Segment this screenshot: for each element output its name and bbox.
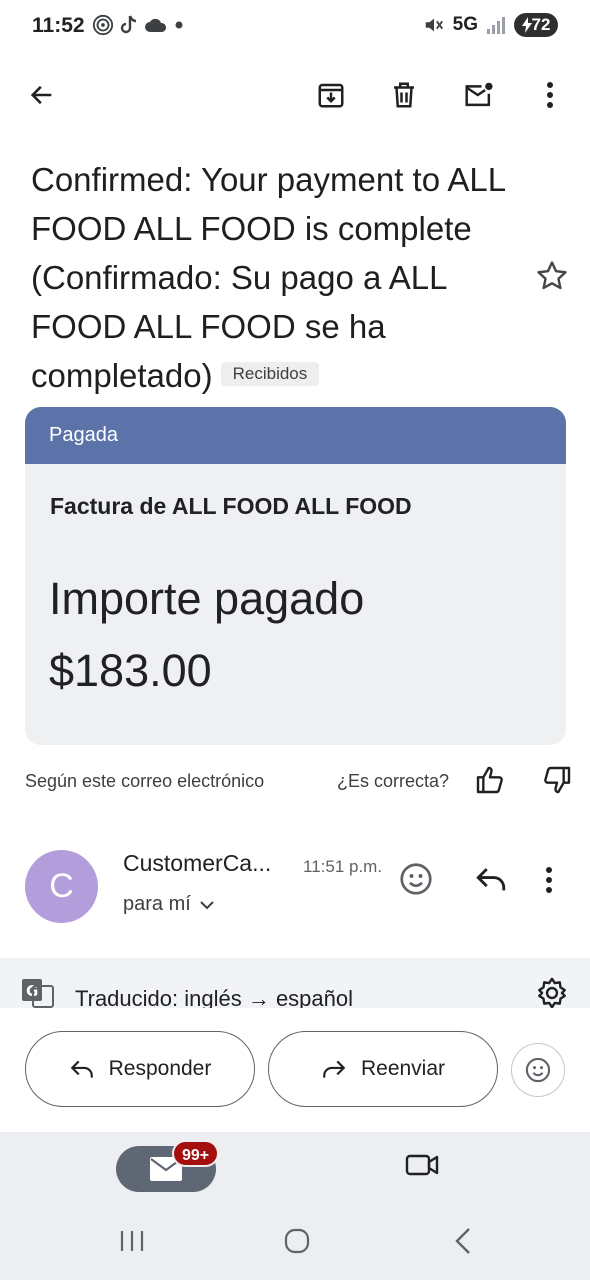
amount-value: $183.00: [49, 645, 212, 696]
reply-button[interactable]: Responder: [25, 1031, 255, 1107]
subject-text: Confirmed: Your payment to ALL FOOD ALL …: [31, 161, 505, 394]
recent-apps-icon: [120, 1231, 144, 1251]
thumbs-down-button[interactable]: [541, 764, 577, 800]
system-back-button[interactable]: [438, 1218, 488, 1264]
mute-icon: [425, 18, 443, 32]
emoji-reaction-button[interactable]: [511, 1043, 565, 1097]
status-time: 11:52: [32, 14, 85, 37]
video-camera-icon: [405, 1154, 439, 1176]
mail-unread-badge: 99+: [172, 1140, 220, 1167]
star-icon: [537, 261, 567, 290]
feedback-question: ¿Es correcta?: [337, 771, 450, 791]
delete-button[interactable]: [380, 71, 428, 119]
payment-status-header: Pagada: [25, 407, 566, 464]
emoji-icon: [400, 863, 432, 895]
thumbs-up-icon: [476, 766, 503, 794]
payment-card: Pagada Factura de ALL FOOD ALL FOOD Impo…: [25, 407, 566, 745]
battery-level: 72: [531, 15, 551, 34]
delete-icon: [394, 82, 414, 108]
home-icon: [284, 1228, 310, 1254]
react-emoji-button[interactable]: [398, 861, 438, 901]
thumbs-down-icon: [544, 766, 571, 794]
inbox-label-chip[interactable]: Recibidos: [220, 362, 320, 387]
status-bar: 11:52 5G 72: [0, 0, 590, 56]
reply-icon: [70, 1060, 93, 1078]
reply-label: Responder: [108, 1057, 212, 1080]
mark-unread-button[interactable]: [455, 71, 503, 119]
recipients-text: para mí: [123, 893, 191, 915]
notification-icons: [92, 14, 184, 36]
forward-button[interactable]: Reenviar: [268, 1031, 498, 1107]
dot-icon: [175, 21, 183, 29]
emoji-icon: [525, 1057, 551, 1083]
invoice-title: Factura de ALL FOOD ALL FOOD: [50, 493, 412, 519]
sender-avatar[interactable]: C: [25, 850, 98, 923]
archive-icon: [318, 83, 344, 108]
avatar-letter: C: [49, 867, 74, 905]
amount-label: Importe pagado: [49, 573, 365, 624]
reply-icon: [476, 868, 506, 891]
signal-icon: [487, 17, 505, 34]
nav-meet-tab[interactable]: [404, 1150, 448, 1190]
more-options-button[interactable]: [526, 71, 574, 119]
network-type: 5G: [452, 14, 478, 35]
recent-apps-button[interactable]: [107, 1218, 157, 1264]
feedback-text: Según este correo electrónico: [25, 771, 265, 791]
chevron-left-icon: [455, 1228, 470, 1254]
back-arrow-icon: [30, 85, 52, 105]
translate-icon: G: [21, 978, 55, 1008]
email-toolbar: [0, 60, 590, 130]
tiktok-icon: [120, 15, 137, 34]
status-right: 5G 72: [423, 13, 558, 37]
gear-icon: [538, 977, 566, 1009]
cloud-icon: [145, 18, 167, 32]
email-time: 11:51 p.m.: [303, 857, 383, 876]
forward-icon: [323, 1060, 346, 1078]
mark-unread-icon: [465, 82, 493, 107]
battery-indicator: 72: [514, 13, 558, 37]
more-vert-icon: [547, 82, 553, 108]
message-more-button[interactable]: [545, 866, 565, 896]
translation-settings-button[interactable]: [535, 976, 571, 1012]
thumbs-up-button[interactable]: [474, 764, 510, 800]
chevron-down-icon: [200, 900, 214, 909]
star-button[interactable]: [534, 258, 574, 298]
sender-name[interactable]: CustomerCa...: [123, 850, 271, 877]
more-vert-icon: [546, 867, 552, 893]
forward-label: Reenviar: [360, 1057, 446, 1080]
back-button[interactable]: [18, 71, 66, 119]
email-subject: Confirmed: Your payment to ALL FOOD ALL …: [31, 155, 531, 400]
recipients-toggle[interactable]: para mí: [123, 893, 215, 916]
reply-icon-button[interactable]: [474, 864, 512, 898]
home-button[interactable]: [272, 1218, 322, 1264]
archive-button[interactable]: [307, 71, 355, 119]
charging-icon: [521, 17, 532, 33]
fingerprint-icon: [92, 14, 114, 36]
